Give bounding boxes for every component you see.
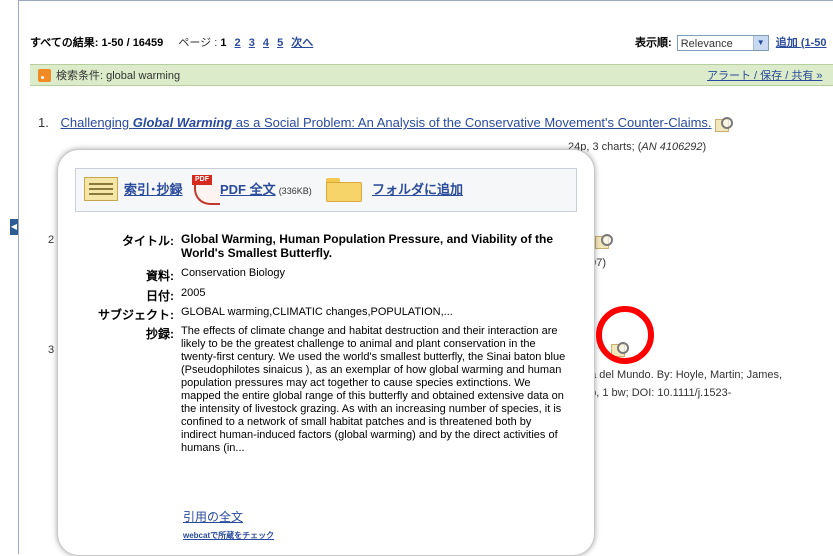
detail-value: GLOBAL warming,CLIMATIC changes,POPULATI… [181,306,453,318]
page-label: ページ : [178,37,218,49]
index-document-icon [84,177,118,201]
index-abstract-link[interactable]: 索引･抄録 [124,169,183,211]
sort-select[interactable]: Relevance ▼ [676,35,769,52]
detail-key: 日付: [146,289,174,303]
page-frame-top [18,0,833,9]
alert-save-share-link[interactable]: アラート / 保存 / 共有 » [707,65,823,87]
pdf-fulltext-link[interactable]: PDF 全文 [220,182,276,197]
results-count: すべての結果: 1-50 / 16459 [30,37,164,49]
full-text-citation-link[interactable]: 引用の全文 [183,508,274,525]
highlight-circle [596,306,654,364]
result-1-title-row: 1. Challenging Global Warming as a Socia… [38,115,734,132]
detail-key: サブジェクト: [98,308,174,322]
meta-close: ) [702,141,707,153]
pdf-tag: PDF [192,175,212,185]
add-to-folder-action[interactable]: フォルダに追加 [326,169,486,211]
page-frame-left [18,0,19,554]
next-page-link[interactable]: 次へ [291,37,313,49]
pdf-size: (336KB) [278,186,312,196]
webcat-holdings-link[interactable]: webcatで所蔵をチェック [183,530,274,541]
detail-value: The effects of climate change and habita… [181,325,566,454]
detail-key: 資料: [146,269,174,283]
detail-value: 2005 [181,287,206,299]
sort-select-value: Relevance [680,38,733,51]
detail-value: Conservation Biology [181,267,285,279]
query-text: 検索条件: global warming [56,70,181,82]
detail-key: 抄録: [146,327,174,341]
title-part: as a Social Problem: An Analysis of the … [232,115,712,130]
preview-magnifier-icon[interactable] [715,116,734,132]
popup-actions-bar: 索引･抄録 PDF PDF 全文 (336KB) フォルダに追加 [75,168,577,212]
sort-label: 表示順: [635,37,672,49]
title-highlight: Global Warming [132,115,233,130]
page-link-4[interactable]: 4 [263,37,269,49]
chevron-down-icon[interactable]: ▼ [752,36,768,51]
preview-popup: 索引･抄録 PDF PDF 全文 (336KB) フォルダに追加 タイトル: G… [57,149,595,556]
result-3-meta-line1: ña del Mundo. By: Hoyle, Martin; James, [584,369,783,381]
page-link-2[interactable]: 2 [235,37,241,49]
detail-key: タイトル: [122,234,174,248]
result-1-meta: 24p, 3 charts; (AN 4106292) [568,141,706,153]
accession-number: AN 4106292 [641,141,703,153]
sidebar-toggle-icon[interactable]: ◀ [10,219,18,235]
result-1-title-link[interactable]: Challenging Global Warming as a Social P… [60,115,711,130]
folder-icon [326,178,362,202]
result-3-meta-line2: ap, 1 bw; DOI: 10.1111/j.1523- [584,387,732,399]
result-number: 1. [38,115,49,130]
result-3-number: 3 [48,344,55,356]
title-part: Challenging [60,115,133,130]
popup-links: 引用の全文 webcatで所蔵をチェック [183,508,274,541]
sort-area: 表示順: Relevance ▼ 追加 (1-50 [635,33,832,53]
current-page: 1 [220,37,227,49]
pdf-icon: PDF [192,175,222,205]
add-to-folder-popup-link[interactable]: フォルダに追加 [372,169,463,211]
pdf-fulltext-action[interactable]: PDF PDF 全文 (336KB) [192,169,332,211]
page-link-5[interactable]: 5 [277,37,283,49]
preview-magnifier-icon[interactable] [594,233,613,249]
page-link-3[interactable]: 3 [249,37,255,49]
result-2-number: 2 [48,234,55,246]
results-bar: すべての結果: 1-50 / 16459 ページ : 1 2 3 4 5 次へ … [30,33,833,53]
rss-icon[interactable] [38,69,51,82]
query-bar: 検索条件: global warming アラート / 保存 / 共有 » [30,64,833,86]
detail-value: Global Warming, Human Population Pressur… [181,232,554,260]
add-to-folder-link[interactable]: 追加 (1-50 [776,37,827,49]
